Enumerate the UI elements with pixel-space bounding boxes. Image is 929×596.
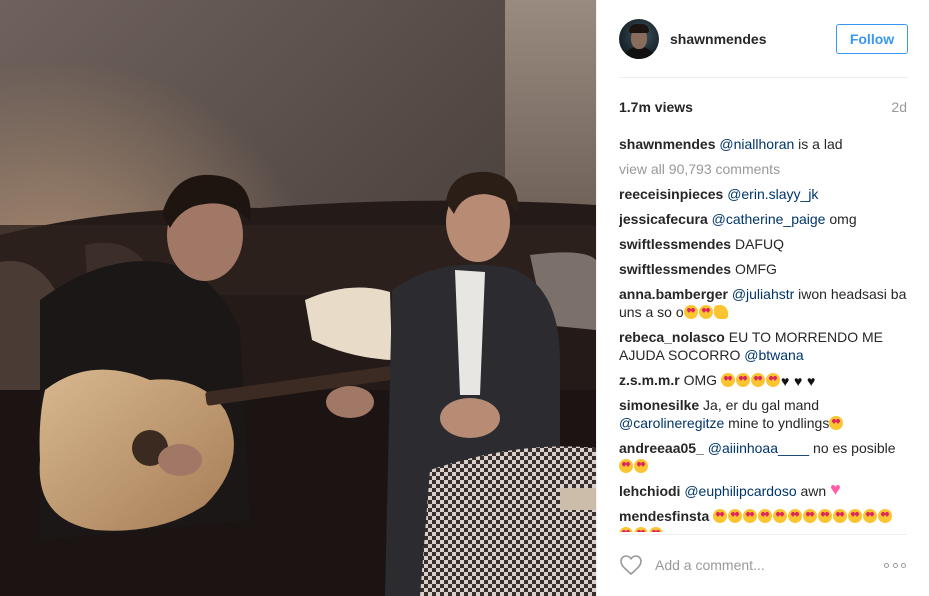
comment-row: lehchiodi @euphilipcardoso awn <box>619 480 907 500</box>
heart-black-emoji-icon <box>781 372 793 390</box>
heart-black-emoji-icon <box>807 372 819 390</box>
comment-mention[interactable]: @carolineregitze <box>619 415 724 431</box>
comment-bar <box>619 534 907 596</box>
heart-eyes-emoji-icon <box>833 509 848 523</box>
heart-eyes-emoji-icon <box>750 373 765 387</box>
post-header: shawnmendes Follow <box>597 0 929 78</box>
comment-row: jessicafecura @catherine_paige omg <box>619 210 907 228</box>
comment-author[interactable]: andreeaa05_ <box>619 440 704 456</box>
post-author-username[interactable]: shawnmendes <box>670 31 836 47</box>
heart-black-emoji-icon <box>794 372 806 390</box>
post-media[interactable] <box>0 0 596 596</box>
comment-text: is a lad <box>794 136 843 152</box>
heart-eyes-emoji-icon <box>848 509 863 523</box>
heart-outline-icon[interactable] <box>619 553 643 577</box>
heart-eyes-emoji-icon <box>743 509 758 523</box>
heart-eyes-emoji-icon <box>803 509 818 523</box>
caption: shawnmendes @niallhoran is a lad <box>619 135 907 153</box>
avatar[interactable] <box>619 19 659 59</box>
comment-text: no es posible <box>809 440 896 456</box>
heart-eyes-emoji-icon <box>619 527 633 532</box>
heart-eyes-emoji-icon <box>758 509 773 523</box>
comment-mention[interactable]: @niallhoran <box>719 136 794 152</box>
heart-eyes-emoji-icon <box>829 416 844 430</box>
views-count[interactable]: 1.7m views <box>619 99 693 115</box>
comment-mention[interactable]: @catherine_paige <box>712 211 826 227</box>
heart-eyes-emoji-icon <box>713 509 728 523</box>
comment-input[interactable] <box>655 553 883 577</box>
post-stats: 1.7m views 2d <box>619 98 907 116</box>
comment-author[interactable]: jessicafecura <box>619 211 708 227</box>
heart-eyes-emoji-icon <box>720 373 735 387</box>
heart-eyes-emoji-icon <box>683 305 698 319</box>
heart-eyes-emoji-icon <box>773 509 788 523</box>
heart-eyes-emoji-icon <box>634 527 648 532</box>
comment-author[interactable]: swiftlessmendes <box>619 236 731 252</box>
comment-text: OMFG <box>734 261 777 277</box>
comment-row: z.s.m.m.r OMG <box>619 371 907 390</box>
follow-button[interactable]: Follow <box>836 24 908 54</box>
heart-eyes-emoji-icon <box>735 373 750 387</box>
comment-row: andreeaa05_ @aiiinhoaa____ no es posible <box>619 439 907 475</box>
post-side-panel: shawnmendes Follow 1.7m views 2d shawnme… <box>596 0 929 596</box>
comment-author[interactable]: mendesfinsta <box>619 508 709 524</box>
comment-mention[interactable]: @aiiinhoaa____ <box>708 440 809 456</box>
comment-row: rebeca_nolasco EU TO MORRENDO ME AJUDA S… <box>619 328 907 364</box>
comment-mention[interactable]: @euphilipcardoso <box>684 483 796 499</box>
heart-eyes-emoji-icon <box>818 509 833 523</box>
comments-list: shawnmendes @niallhoran is a lad view al… <box>619 135 907 532</box>
heart-eyes-emoji-icon <box>634 459 648 473</box>
comment-row: reeceisinpieces @erin.slayy_jk <box>619 185 907 203</box>
comment-author[interactable]: anna.bamberger <box>619 286 728 302</box>
heart-eyes-emoji-icon <box>728 509 743 523</box>
comment-text: omg <box>825 211 857 227</box>
comment-text: awn <box>796 483 831 499</box>
sparkle-heart-emoji-icon <box>830 480 846 498</box>
comment-text: OMG <box>683 372 721 388</box>
comment-author[interactable]: rebeca_nolasco <box>619 329 725 345</box>
comment-row: mendesfinsta <box>619 507 907 532</box>
comment-mention[interactable]: @juliahstr <box>732 286 794 302</box>
comment-row: swiftlessmendes OMFG <box>619 260 907 278</box>
comment-mention[interactable]: @erin.slayy_jk <box>727 186 818 202</box>
comment-row: swiftlessmendes DAFUQ <box>619 235 907 253</box>
more-options-icon[interactable] <box>883 553 907 577</box>
view-all-comments-link[interactable]: view all 90,793 comments <box>619 160 907 178</box>
heart-eyes-emoji-icon <box>863 509 878 523</box>
comment-author[interactable]: swiftlessmendes <box>619 261 731 277</box>
comment-author[interactable]: simonesilke <box>619 397 699 413</box>
heart-eyes-emoji-icon <box>878 509 893 523</box>
comment-row: simonesilke Ja, er du gal mand @caroline… <box>619 396 907 432</box>
comment-text: mine to yndlings <box>724 415 830 431</box>
heart-eyes-emoji-icon <box>698 305 713 319</box>
comment-author[interactable]: lehchiodi <box>619 483 680 499</box>
post-age[interactable]: 2d <box>891 99 907 115</box>
comment-text: DAFUQ <box>734 236 784 252</box>
heart-eyes-emoji-icon <box>649 527 663 532</box>
comment-row: anna.bamberger @juliahstr iwon headsasi … <box>619 285 907 321</box>
comment-author[interactable]: z.s.m.m.r <box>619 372 680 388</box>
heart-eyes-emoji-icon <box>619 459 633 473</box>
post-photo <box>0 0 596 596</box>
comment-text: Ja, er du gal mand <box>703 397 820 413</box>
comment-author[interactable]: reeceisinpieces <box>619 186 723 202</box>
comment-mention[interactable]: @btwana <box>744 347 803 363</box>
heart-eyes-emoji-icon <box>788 509 803 523</box>
muscle-emoji-icon <box>713 305 728 319</box>
heart-eyes-emoji-icon <box>765 373 780 387</box>
comment-author[interactable]: shawnmendes <box>619 136 715 152</box>
